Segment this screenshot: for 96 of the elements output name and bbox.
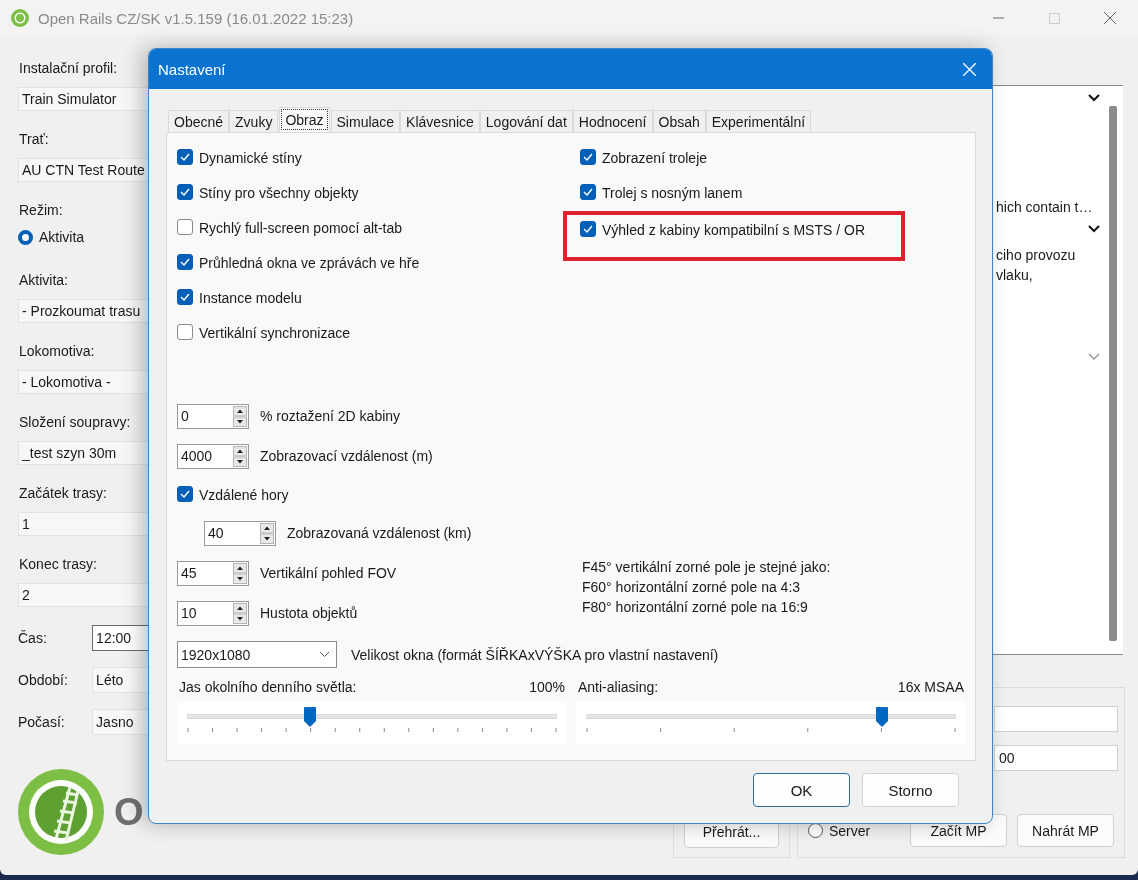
dialog-title: Nastavení [158,60,226,78]
checkbox[interactable] [177,324,193,340]
checkmark-icon [180,293,190,301]
checkbox-label: Vzdálené hory [199,486,289,504]
checkbox-label: Vertikální synchronizace [199,324,350,342]
slider-label: Jas okolního denního světla: [179,679,357,695]
slider-label: Anti-aliasing: [578,679,659,695]
checkbox[interactable] [177,149,193,165]
field-label: Začátek trasy: [18,484,108,503]
field-label: Režim: [18,201,64,220]
spin-arrows-icon[interactable] [233,445,247,467]
spin-arrows-icon[interactable] [233,405,247,427]
checkbox[interactable] [580,149,596,165]
checkbox[interactable] [580,221,596,237]
field-label: % roztažení 2D kabiny [260,408,401,424]
tab[interactable]: Zvuky [229,110,279,132]
chevron-down-icon [319,651,330,658]
dropdown[interactable]: 1920x1080 [177,641,337,668]
field-label: Počasí: [18,714,66,730]
checkbox-label: Dynamické stíny [199,149,302,167]
dialog-button[interactable]: Storno [862,773,959,807]
number-field[interactable]: 40 [204,520,276,546]
radio-label: Aktivita [39,229,85,245]
checkbox[interactable] [177,184,193,200]
checkmark-icon [583,225,593,233]
spin-arrows-icon[interactable] [260,522,274,544]
maximize-icon [1048,12,1060,24]
field-label: Aktivita: [18,271,69,290]
slider-thumb[interactable] [304,707,317,727]
checkbox-label: Zobrazení troleje [602,149,708,167]
minimize-icon [992,17,1004,19]
field-label: Hustota objektů [260,605,358,621]
note-text: F60° horizontální zorné pole na 4:3 [582,578,802,597]
input-field[interactable] [994,706,1118,732]
tab[interactable]: Obecné [168,110,230,132]
description-text: vlaku, [996,266,1034,285]
close-icon [1104,12,1116,24]
field-label: Trať: [18,130,50,149]
window-title: Open Rails CZ/SK v1.5.159 (16.01.2022 15:23) [38,9,354,27]
dialog-button[interactable]: OK [753,773,850,807]
number-field[interactable]: 45 [177,560,249,586]
slider-thumb[interactable] [876,707,888,727]
field-label: Lokomotiva: [18,342,96,361]
checkbox-label: Stíny pro všechny objekty [199,184,359,202]
description-text: ciho provozu [996,246,1077,265]
field-label: Zobrazovací vzdálenost (m) [260,448,433,464]
checkmark-icon [583,153,593,161]
spin-arrows-icon[interactable] [233,602,247,624]
checkmark-icon [180,490,190,498]
number-field[interactable]: 10 [177,600,249,626]
chevron-down-icon[interactable] [1088,94,1100,102]
number-field[interactable]: 0 [177,403,249,429]
checkbox[interactable] [177,289,193,305]
checkmark-icon [180,188,190,196]
checkbox[interactable] [177,219,193,235]
checkmark-icon [180,258,190,266]
checkbox[interactable] [177,486,193,502]
app-logo-icon [10,8,30,28]
checkbox-label: Trolej s nosným lanem [602,184,743,202]
scrollbar-thumb[interactable] [1109,106,1117,641]
field-label: Období: [18,672,69,688]
checkbox[interactable] [177,254,193,270]
multiplayer-button[interactable]: Nahrát MP [1017,814,1114,847]
field-label: Složení soupravy: [18,413,132,432]
field-label: Čas: [18,630,48,646]
tab[interactable]: Simulace [330,110,401,132]
checkbox[interactable] [580,184,596,200]
field-label: Zobrazovaná vzdálenost (km) [287,525,472,541]
radio-label: Server [829,822,871,839]
logo-text: O [114,790,144,834]
checkmark-icon [583,188,593,196]
field-label: Vertikální pohled FOV [260,565,397,581]
note-text: F80° horizontální zorné pole na 16:9 [582,598,809,617]
tab[interactable]: Obraz [279,107,330,132]
checkbox-label: Rychlý full-screen pomocí alt-tab [199,219,403,237]
slider-reading: 100% [529,679,565,695]
slider-reading: 16x MSAA [897,679,964,695]
checkbox-label: Výhled z kabiny kompatibilní s MSTS / OR [602,221,865,239]
tab[interactable]: Experimentální [705,110,812,132]
checkmark-icon [180,153,190,161]
description-text: hich contain t… [996,198,1094,217]
chevron-down-icon[interactable] [1088,225,1100,233]
radio-button[interactable] [18,229,33,245]
tab[interactable]: Hodnocení [572,110,653,132]
field-label: Konec trasy: [18,555,98,574]
tab[interactable]: Obsah [652,110,706,132]
spin-arrows-icon[interactable] [233,562,247,584]
input-field[interactable]: 00 [994,745,1118,771]
field-label: Velikost okna (formát ŠÍŘKAxVÝŠKA pro vlastní nastavení) [351,646,719,663]
number-field[interactable]: 4000 [177,443,249,469]
tab[interactable]: Klávesnice [400,110,480,132]
note-text: F45° vertikální zorné pole je stejné jako: [582,558,832,577]
close-icon [962,62,976,76]
checkbox-label: Instance modelu [199,289,302,307]
checkbox-label: Průhledná okna ve zprávách ve hře [199,254,420,272]
tab[interactable]: Logování dat [479,110,573,132]
